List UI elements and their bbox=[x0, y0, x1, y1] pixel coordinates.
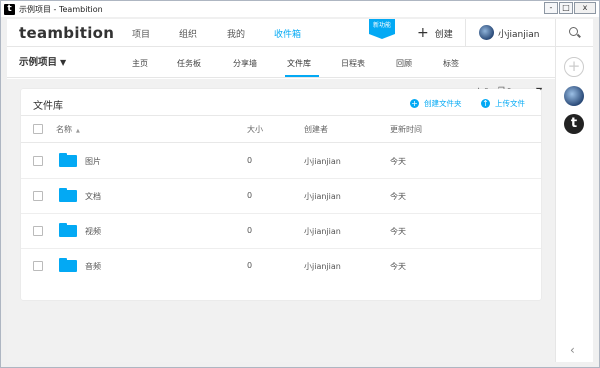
top-nav: teambition 项目 组织 我的 收件箱 新功能 + 创建 小jianji… bbox=[7, 19, 555, 47]
file-creator: 小jianjian bbox=[304, 192, 341, 201]
table-row[interactable]: 音频 0 小jianjian 今天 bbox=[21, 249, 541, 284]
file-creator: 小jianjian bbox=[304, 262, 341, 271]
tab-tags[interactable]: 标签 bbox=[443, 58, 459, 69]
search-button[interactable] bbox=[555, 19, 593, 47]
file-updated: 今天 bbox=[390, 262, 406, 271]
nav-item-projects[interactable]: 项目 bbox=[132, 27, 150, 40]
row-checkbox[interactable] bbox=[33, 191, 43, 201]
create-folder-label: 创建文件夹 bbox=[424, 99, 462, 108]
user-avatar[interactable] bbox=[479, 25, 494, 40]
minimize-button[interactable]: - bbox=[544, 2, 558, 14]
file-size: 0 bbox=[247, 226, 253, 235]
table-row[interactable]: 图片 0 小jianjian 今天 bbox=[21, 144, 541, 179]
tab-review[interactable]: 回顾 bbox=[396, 58, 412, 69]
sidebar-avatar[interactable] bbox=[564, 86, 584, 106]
file-name[interactable]: 图片 bbox=[85, 156, 101, 167]
maximize-button[interactable]: □ bbox=[559, 2, 573, 14]
row-checkbox[interactable] bbox=[33, 226, 43, 236]
tab-taskboard[interactable]: 任务板 bbox=[177, 58, 201, 69]
chevron-down-icon: ▼ bbox=[60, 58, 67, 67]
teambition-app-icon[interactable]: t bbox=[564, 114, 584, 134]
table-row[interactable]: 视频 0 小jianjian 今天 bbox=[21, 214, 541, 249]
select-all-checkbox[interactable] bbox=[33, 124, 43, 134]
file-name[interactable]: 文档 bbox=[85, 191, 101, 202]
upload-icon: ↑ bbox=[481, 99, 490, 108]
file-creator: 小jianjian bbox=[304, 157, 341, 166]
create-label: 创建 bbox=[434, 29, 453, 40]
column-updated[interactable]: 更新时间 bbox=[390, 124, 422, 135]
folder-icon bbox=[59, 188, 77, 202]
file-size: 0 bbox=[247, 156, 253, 165]
active-tab-indicator bbox=[285, 75, 319, 77]
nav-item-organization[interactable]: 组织 bbox=[179, 27, 197, 40]
table-row[interactable]: 文档 0 小jianjian 今天 bbox=[21, 179, 541, 214]
plus-icon: + bbox=[417, 25, 429, 41]
right-sidebar: + t ‹ bbox=[555, 47, 593, 362]
nav-item-inbox[interactable]: 收件箱 bbox=[274, 27, 301, 40]
create-button[interactable]: + 创建 bbox=[417, 25, 453, 41]
app-window: t 示例项目 - Teambition - □ x teambition 项目 … bbox=[0, 0, 600, 368]
column-creator[interactable]: 创建者 bbox=[304, 124, 328, 135]
file-library-card: 文件库 + 创建文件夹 ↑ 上传文件 名称 ▲ 大小 创建者 更新时间 图片 0 bbox=[21, 89, 541, 300]
library-title: 文件库 bbox=[33, 101, 63, 112]
sort-ascending-icon: ▲ bbox=[76, 128, 80, 134]
project-selector[interactable]: 示例项目 ▼ bbox=[19, 57, 66, 69]
file-updated: 今天 bbox=[390, 157, 406, 166]
file-size: 0 bbox=[247, 261, 253, 270]
new-feature-badge[interactable]: 新功能 bbox=[369, 19, 395, 39]
app-logo-icon: t bbox=[4, 3, 15, 15]
column-name-label: 名称 bbox=[56, 125, 72, 134]
close-button[interactable]: x bbox=[574, 2, 596, 14]
folder-icon bbox=[59, 153, 77, 167]
file-name[interactable]: 音频 bbox=[85, 261, 101, 272]
row-checkbox[interactable] bbox=[33, 156, 43, 166]
row-checkbox[interactable] bbox=[33, 261, 43, 271]
folder-icon bbox=[59, 223, 77, 237]
tab-file-library[interactable]: 文件库 bbox=[287, 58, 311, 69]
table-header: 名称 ▲ 大小 创建者 更新时间 bbox=[21, 115, 541, 143]
search-icon bbox=[569, 27, 578, 36]
nav-divider bbox=[465, 19, 466, 47]
file-updated: 今天 bbox=[390, 192, 406, 201]
folder-icon bbox=[59, 258, 77, 272]
file-creator: 小jianjian bbox=[304, 227, 341, 236]
nav-item-mine[interactable]: 我的 bbox=[227, 27, 245, 40]
app-content: teambition 项目 组织 我的 收件箱 新功能 + 创建 小jianji… bbox=[7, 19, 593, 362]
create-folder-button[interactable]: + 创建文件夹 bbox=[410, 98, 462, 109]
tab-share-wall[interactable]: 分享墙 bbox=[233, 58, 257, 69]
project-name: 示例项目 bbox=[19, 57, 58, 68]
title-bar: t 示例项目 - Teambition - □ x bbox=[1, 1, 599, 17]
file-size: 0 bbox=[247, 191, 253, 200]
window-title: 示例项目 - Teambition bbox=[19, 4, 103, 14]
file-updated: 今天 bbox=[390, 227, 406, 236]
tab-home[interactable]: 主页 bbox=[132, 58, 148, 69]
file-name[interactable]: 视频 bbox=[85, 226, 101, 237]
user-name[interactable]: 小jianjian bbox=[498, 27, 539, 40]
collapse-icon[interactable]: ‹ bbox=[570, 343, 575, 357]
teambition-logo[interactable]: teambition bbox=[19, 24, 114, 42]
add-icon[interactable]: + bbox=[564, 57, 584, 77]
project-subnav: 示例项目 ▼ 主页 任务板 分享墙 文件库 日程表 回顾 标签 bbox=[7, 48, 555, 78]
upload-file-label: 上传文件 bbox=[495, 99, 525, 108]
column-size[interactable]: 大小 bbox=[247, 124, 263, 135]
window-controls: - □ x bbox=[543, 2, 596, 14]
column-name[interactable]: 名称 ▲ bbox=[56, 124, 80, 135]
create-folder-icon: + bbox=[410, 99, 419, 108]
tab-calendar[interactable]: 日程表 bbox=[341, 58, 365, 69]
upload-file-button[interactable]: ↑ 上传文件 bbox=[481, 98, 525, 109]
